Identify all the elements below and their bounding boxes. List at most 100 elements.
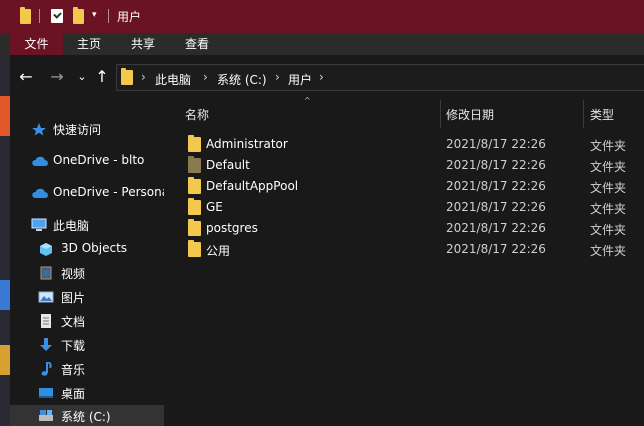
video-icon xyxy=(38,266,54,280)
breadcrumb-system-c[interactable]: 系统 (C:) xyxy=(217,71,267,88)
address-bar[interactable]: › 此电脑 › 系统 (C:) › 用户 › xyxy=(116,64,644,91)
desktop-icon xyxy=(38,386,54,400)
computer-icon xyxy=(31,218,47,232)
sidebar-item-3d-objects[interactable]: 3D Objects xyxy=(10,238,164,260)
title-bar: ▾ 用户 xyxy=(0,0,644,33)
file-date: 2021/8/17 22:26 xyxy=(446,179,546,193)
sidebar-item-label: 音乐 xyxy=(61,363,86,377)
sidebar-item-videos[interactable]: 视频 xyxy=(10,262,164,284)
sidebar-item-downloads[interactable]: 下载 xyxy=(10,334,164,356)
separator xyxy=(39,9,40,23)
back-button[interactable]: ← xyxy=(16,68,36,88)
file-type: 文件夹 xyxy=(590,244,627,258)
sidebar-item-system-c[interactable]: 系统 (C:) xyxy=(10,405,164,426)
chevron-right-icon[interactable]: › xyxy=(203,70,208,84)
sidebar-item-label: 系统 (C:) xyxy=(61,410,111,424)
tab-share[interactable]: 共享 xyxy=(117,33,169,55)
column-header-name[interactable]: 名称 xyxy=(185,106,209,123)
file-name: Default xyxy=(206,158,250,172)
sidebar-item-quick-access[interactable]: 快速访问 xyxy=(10,118,164,140)
recent-locations-button[interactable]: ⌄ xyxy=(72,68,92,88)
file-name: DefaultAppPool xyxy=(206,179,299,193)
sidebar-item-onedrive-blto[interactable]: OneDrive - blto xyxy=(10,150,164,172)
background-app-edge xyxy=(0,345,10,375)
file-type: 文件夹 xyxy=(590,139,627,153)
file-date: 2021/8/17 22:26 xyxy=(446,242,546,256)
file-type: 文件夹 xyxy=(590,181,627,195)
up-button[interactable]: ↑ xyxy=(92,68,112,88)
sidebar-item-this-pc[interactable]: 此电脑 xyxy=(10,214,164,236)
file-row[interactable]: Default 2021/8/17 22:26 文件夹 xyxy=(164,155,644,176)
separator xyxy=(108,9,109,23)
sidebar-item-label: 快速访问 xyxy=(53,123,102,137)
picture-icon xyxy=(38,290,54,304)
sidebar-item-onedrive-personal[interactable]: OneDrive - Personal xyxy=(10,182,164,204)
file-date: 2021/8/17 22:26 xyxy=(446,200,546,214)
background-app-edge xyxy=(0,96,10,136)
new-folder-icon[interactable] xyxy=(73,7,84,24)
cube-icon xyxy=(38,242,54,256)
music-icon xyxy=(38,361,54,376)
file-row[interactable]: 公用 2021/8/17 22:26 文件夹 xyxy=(164,239,644,260)
sidebar-item-label: OneDrive - Personal xyxy=(53,185,164,199)
sidebar-item-label: 此电脑 xyxy=(53,219,90,233)
window-title: 用户 xyxy=(117,10,142,24)
folder-icon xyxy=(188,177,201,194)
cloud-icon xyxy=(31,154,48,168)
file-date: 2021/8/17 22:26 xyxy=(446,137,546,151)
sidebar-item-label: 文档 xyxy=(61,315,86,329)
file-name: 公用 xyxy=(206,244,231,258)
star-icon xyxy=(31,122,47,136)
properties-icon[interactable] xyxy=(51,9,63,23)
download-icon xyxy=(38,338,54,352)
navigation-bar: ← → ⌄ ↑ › 此电脑 › 系统 (C:) › 用户 › xyxy=(10,55,644,100)
file-row[interactable]: Administrator 2021/8/17 22:26 文件夹 xyxy=(164,134,644,155)
file-row[interactable]: DefaultAppPool 2021/8/17 22:26 文件夹 xyxy=(164,176,644,197)
tab-view[interactable]: 查看 xyxy=(171,33,223,55)
folder-icon xyxy=(188,156,201,173)
sidebar-item-label: OneDrive - blto xyxy=(53,153,145,167)
file-type: 文件夹 xyxy=(590,223,627,237)
sidebar-item-label: 3D Objects xyxy=(61,241,128,255)
customize-toolbar-dropdown[interactable]: ▾ xyxy=(92,10,97,20)
column-divider[interactable] xyxy=(583,100,584,128)
folder-icon xyxy=(188,219,201,236)
chevron-right-icon[interactable]: › xyxy=(319,70,324,84)
column-header-type[interactable]: 类型 xyxy=(590,106,614,123)
file-date: 2021/8/17 22:26 xyxy=(446,221,546,235)
file-type: 文件夹 xyxy=(590,160,627,174)
tab-file[interactable]: 文件 xyxy=(10,33,63,55)
file-row[interactable]: GE 2021/8/17 22:26 文件夹 xyxy=(164,197,644,218)
navigation-pane: 快速访问 OneDrive - blto OneDrive - Personal… xyxy=(10,100,164,426)
breadcrumb-users[interactable]: 用户 xyxy=(288,71,312,88)
drive-icon xyxy=(38,409,54,423)
document-icon xyxy=(38,314,54,328)
sidebar-item-desktop[interactable]: 桌面 xyxy=(10,382,164,404)
folder-icon xyxy=(121,68,133,85)
folder-icon xyxy=(20,7,31,24)
sidebar-item-label: 下载 xyxy=(61,339,86,353)
cloud-icon xyxy=(31,186,48,200)
folder-icon xyxy=(188,135,201,152)
breadcrumb-this-pc[interactable]: 此电脑 xyxy=(155,71,191,88)
file-name: GE xyxy=(206,200,223,214)
tab-home[interactable]: 主页 xyxy=(63,33,115,55)
background-app-edge xyxy=(0,280,10,310)
forward-button[interactable]: → xyxy=(47,68,67,88)
file-row[interactable]: postgres 2021/8/17 22:26 文件夹 xyxy=(164,218,644,239)
sidebar-item-pictures[interactable]: 图片 xyxy=(10,286,164,308)
column-divider[interactable] xyxy=(440,100,441,128)
chevron-right-icon[interactable]: › xyxy=(275,70,280,84)
folder-icon xyxy=(188,240,201,257)
chevron-right-icon[interactable]: › xyxy=(141,70,146,84)
column-header-date-modified[interactable]: 修改日期 xyxy=(446,106,494,123)
file-list: ^ 名称 修改日期 类型 Administrator 2021/8/17 22:… xyxy=(164,96,644,426)
sidebar-item-music[interactable]: 音乐 xyxy=(10,358,164,380)
sidebar-item-documents[interactable]: 文档 xyxy=(10,310,164,332)
ribbon-tabs: 文件 主页 共享 查看 xyxy=(0,33,644,55)
sort-ascending-icon: ^ xyxy=(304,96,311,105)
file-date: 2021/8/17 22:26 xyxy=(446,158,546,172)
file-name: postgres xyxy=(206,221,258,235)
sidebar-item-label: 图片 xyxy=(61,291,86,305)
file-name: Administrator xyxy=(206,137,288,151)
